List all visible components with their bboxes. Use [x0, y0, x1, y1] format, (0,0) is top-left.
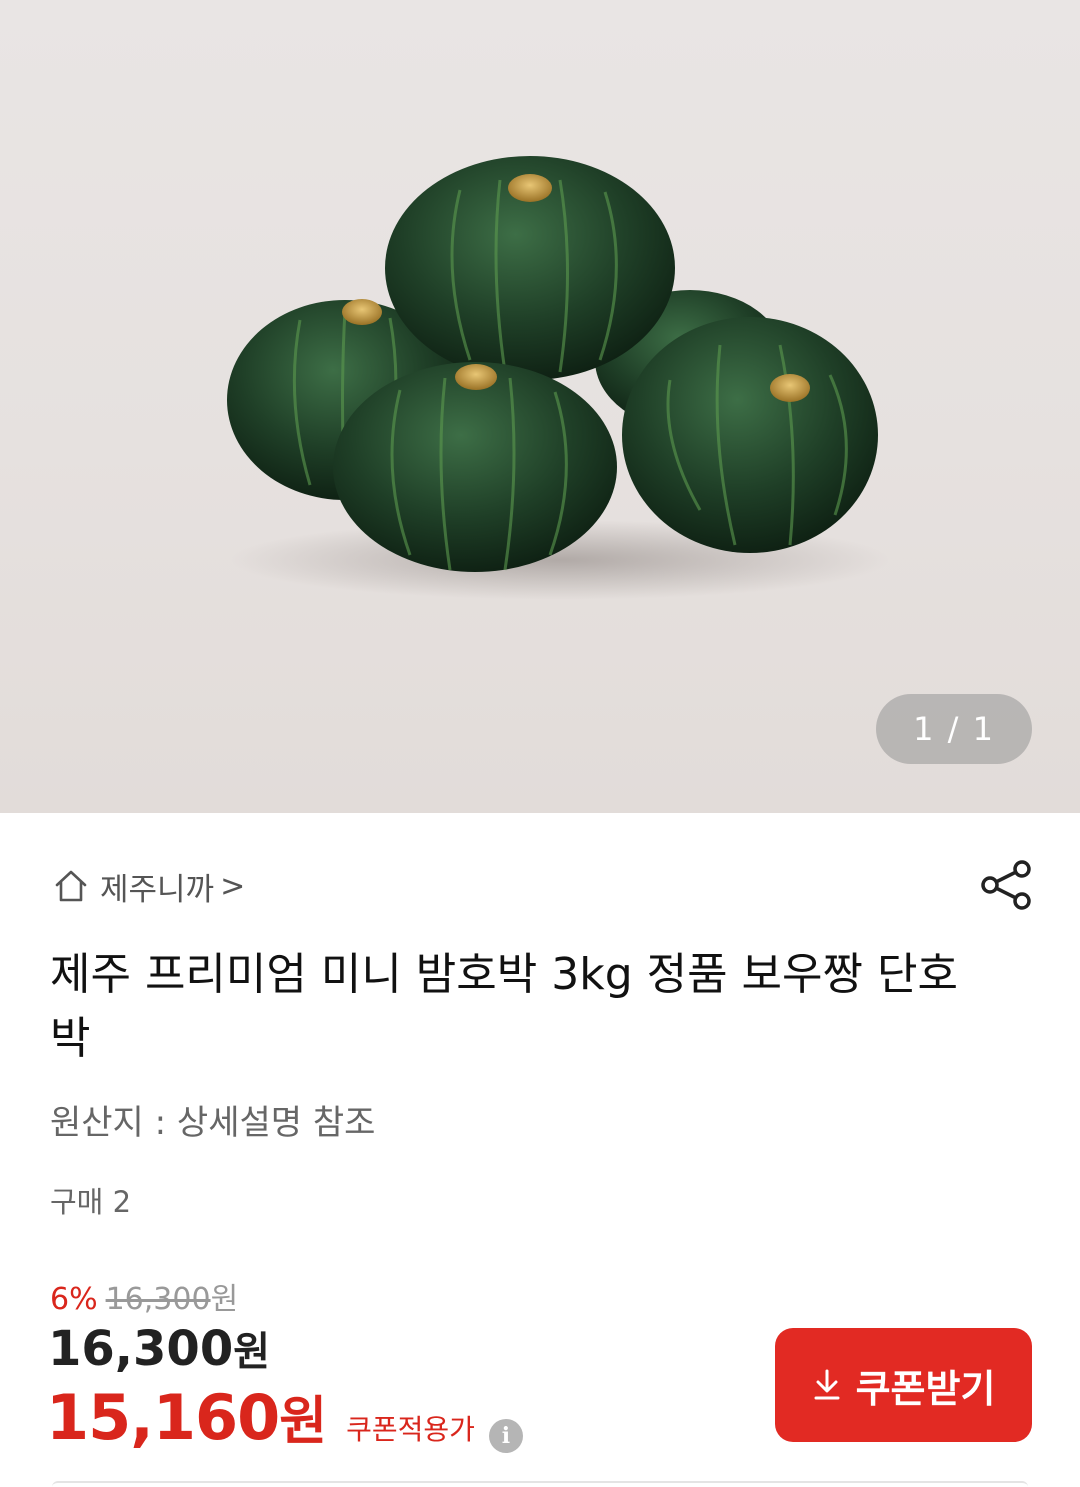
discount-percent: 6%: [50, 1282, 98, 1317]
purchase-count: 구매 2: [50, 1185, 132, 1219]
sale-price-unit: 원: [233, 1329, 271, 1375]
section-divider: [52, 1481, 1028, 1487]
product-title: 제주 프리미엄 미니 밤호박 3kg 정품 보우짱 단호박: [50, 949, 958, 1064]
product-image-gallery[interactable]: 1 / 1: [0, 0, 1080, 813]
sale-price-amount: 16,300: [48, 1321, 234, 1377]
coupon-price-amount: 15,160: [46, 1381, 280, 1454]
chevron-right-icon: >: [220, 868, 246, 904]
product-info-section: 제주니까 > 제주 프리미엄 미니 밤호박 3kg 정품 보우짱 단호박 원산지…: [0, 813, 1080, 1487]
image-counter-badge: 1 / 1: [876, 694, 1032, 764]
original-price-unit: 원: [210, 1282, 239, 1317]
coupon-price-row: 15,160원 쿠폰적용가 i: [46, 1379, 523, 1454]
home-icon: [55, 870, 87, 902]
coupon-price: 15,160원: [46, 1379, 327, 1454]
get-coupon-button[interactable]: 쿠폰받기: [775, 1328, 1032, 1442]
get-coupon-label: 쿠폰받기: [855, 1366, 996, 1411]
info-icon[interactable]: i: [488, 1419, 523, 1453]
share-icon[interactable]: [978, 857, 1034, 913]
pumpkin-product-image: [227, 156, 890, 600]
sale-price: 16,300원: [48, 1319, 270, 1377]
store-link[interactable]: 제주니까 >: [52, 861, 245, 911]
coupon-price-unit: 원: [279, 1392, 327, 1452]
store-name: 제주니까: [100, 871, 215, 908]
download-icon: [814, 1369, 840, 1400]
coupon-price-label: 쿠폰적용가: [346, 1413, 475, 1446]
discount-row: 6% 16,300 원: [50, 1274, 238, 1318]
original-price: 16,300: [105, 1282, 211, 1317]
origin-text: 원산지 : 상세설명 참조: [50, 1103, 376, 1143]
